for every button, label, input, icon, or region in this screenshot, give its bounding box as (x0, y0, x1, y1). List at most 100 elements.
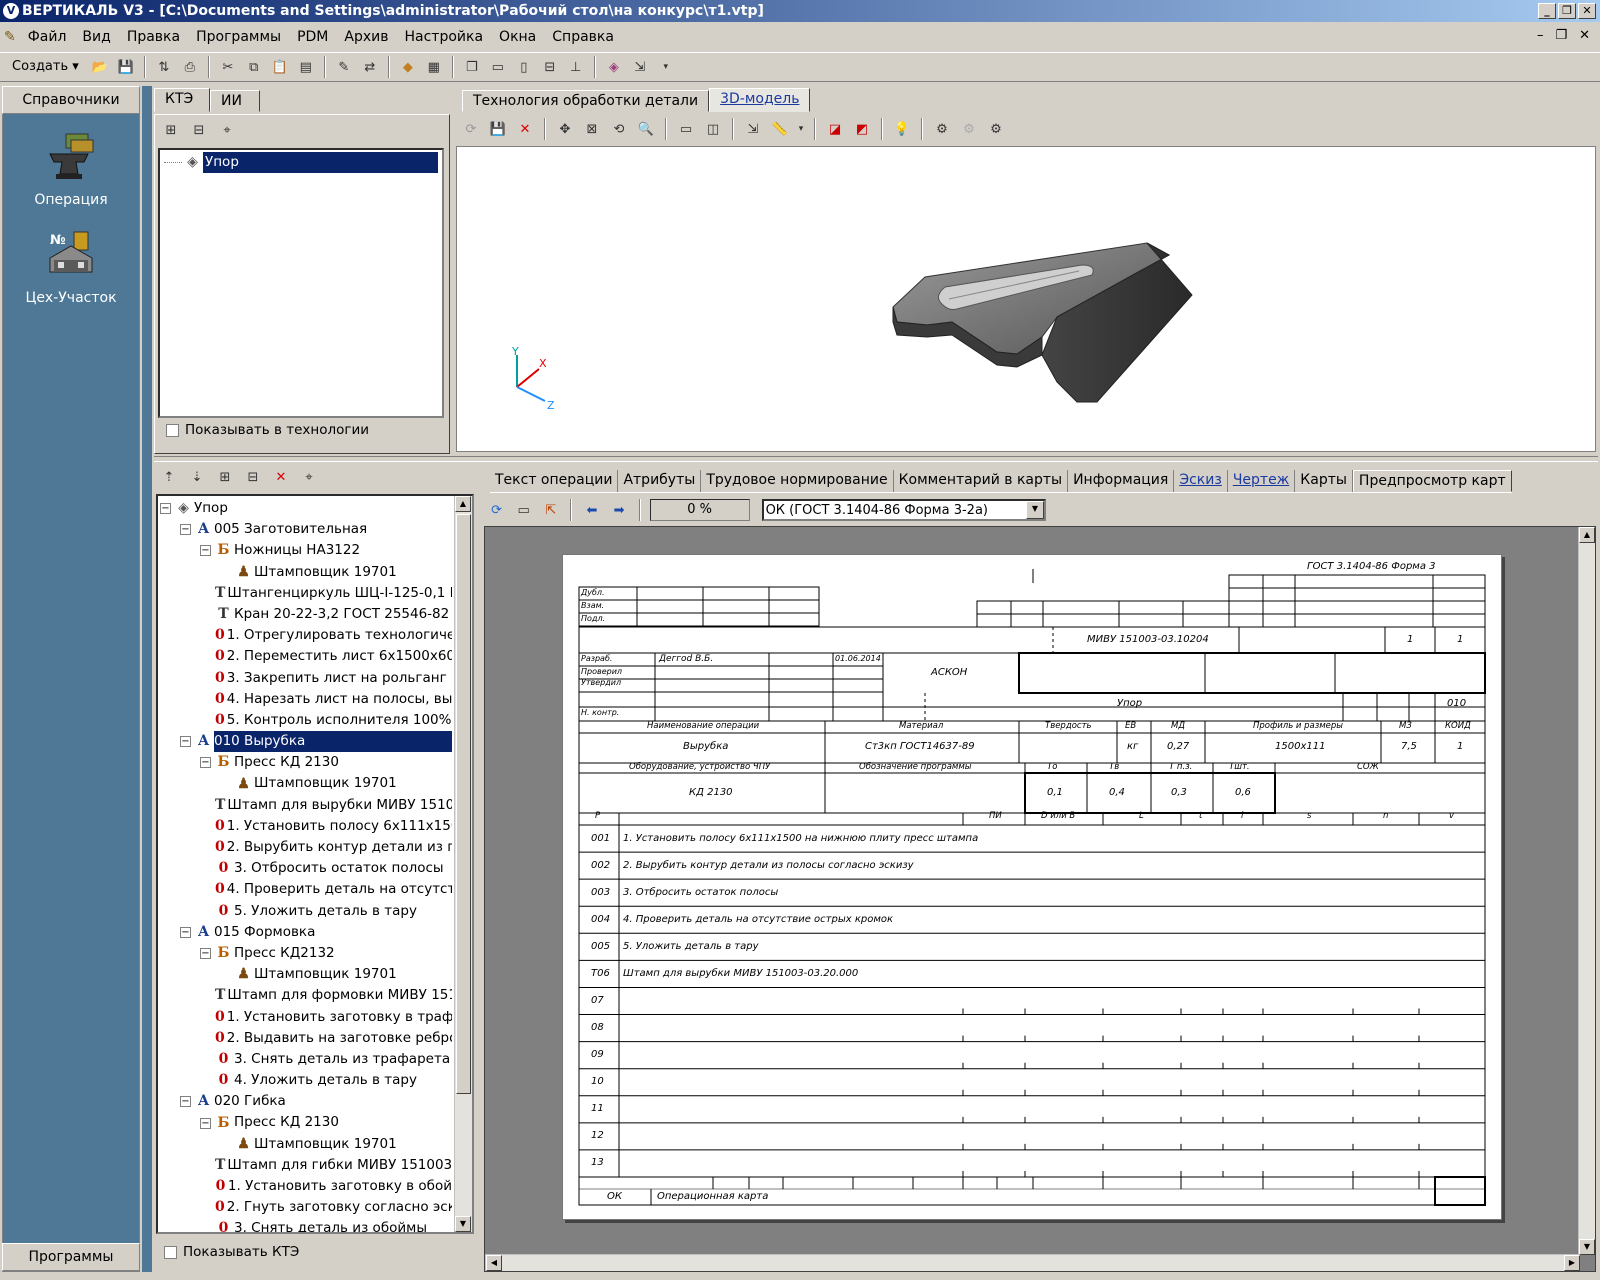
tree-node[interactable]: 0 2. Гнуть заготовку согласно эск (160, 1197, 452, 1218)
collapse-icon[interactable]: − (200, 1117, 211, 1129)
display-icon[interactable]: ▭ (675, 118, 697, 140)
transfer-icon[interactable]: ⇄ (359, 56, 381, 78)
paste-icon[interactable]: 📋 (269, 56, 291, 78)
layers-icon[interactable]: ◫ (702, 118, 724, 140)
cut-icon[interactable]: ✂ (217, 56, 239, 78)
delete-node-icon[interactable]: ✕ (270, 466, 292, 488)
collapse-icon[interactable]: − (180, 524, 191, 536)
tree-node[interactable]: − A 020 Гибка (160, 1091, 452, 1112)
collapse-icon[interactable]: − (180, 736, 191, 748)
preview-icon[interactable]: ▭ (513, 499, 534, 521)
create-button[interactable]: Создать ▾ (6, 56, 85, 78)
vertical-splitter[interactable] (142, 86, 152, 1272)
tree-node[interactable]: ♟ Штамповщик 19701 (160, 773, 452, 794)
save-icon[interactable]: 💾 (115, 56, 137, 78)
move-down-icon[interactable]: ⇣ (186, 466, 208, 488)
scroll-up-button[interactable]: ▲ (455, 496, 471, 512)
measure-dropdown-icon[interactable]: ▾ (796, 118, 806, 140)
section-edit-icon[interactable]: ◩ (851, 118, 873, 140)
preview-scroll-left-button[interactable]: ◀ (486, 1255, 502, 1271)
zoom-icon[interactable]: 🔍 (635, 118, 657, 140)
tree-node[interactable]: − A 010 Вырубка (160, 731, 452, 753)
nav-item-workshop[interactable]: № Цех-Участок (2, 228, 140, 306)
card-tab[interactable]: Атрибуты (618, 470, 702, 492)
tree-node[interactable]: 0 5. Контроль исполнителя 100%, (160, 710, 452, 731)
export-icon[interactable]: ⇱ (540, 499, 561, 521)
section-icon[interactable]: ◪ (824, 118, 846, 140)
exit-icon[interactable]: ⇲ (629, 56, 651, 78)
select-node-icon[interactable]: ⌖ (298, 466, 320, 488)
tab-kte[interactable]: КТЭ (154, 88, 210, 112)
menu-pdm[interactable]: PDM (289, 29, 336, 45)
tile-vertical-icon[interactable]: ▯ (513, 56, 535, 78)
collapse-icon[interactable]: − (160, 503, 171, 515)
card-tab[interactable]: Предпросмотр карт (1352, 470, 1512, 492)
show-in-tech-checkbox[interactable]: Показывать в технологии (166, 422, 369, 438)
preview-scroll-right-button[interactable]: ▶ (1564, 1255, 1580, 1271)
collapse-icon[interactable]: − (200, 757, 211, 769)
open-icon[interactable]: 📂 (89, 56, 111, 78)
tree-node[interactable]: ♟ Штамповщик 19701 (160, 964, 452, 985)
tree-node[interactable]: 0 1. Установить полосу 6х111х1500 (160, 816, 452, 837)
restore-button[interactable]: ❐ (1558, 3, 1576, 19)
properties-icon[interactable]: ▤ (295, 56, 317, 78)
programs-button[interactable]: Программы (2, 1243, 140, 1271)
gears-icon[interactable]: ⚙ (931, 118, 953, 140)
tile-horizontal-icon[interactable]: ▭ (487, 56, 509, 78)
arrange-icon[interactable]: ⊟ (539, 56, 561, 78)
measure-icon[interactable]: 📏 (769, 118, 791, 140)
tree-scrollbar[interactable]: ▲ ▼ (454, 496, 472, 1232)
tree-node[interactable]: 0 3. Отбросить остаток полосы (160, 858, 452, 879)
collapse-icon[interactable]: − (200, 545, 211, 557)
tab-ii[interactable]: ИИ (210, 90, 260, 112)
form-select[interactable]: ОК (ГОСТ 3.1404-86 Форма 3-2а) ▼ (761, 499, 1046, 521)
tab-technology[interactable]: Технология обработки детали (462, 90, 710, 112)
mdi-close-button[interactable]: ✕ (1579, 28, 1590, 43)
tree-node[interactable]: − Б Пресс КД 2130 (160, 1112, 452, 1133)
tree-node[interactable]: 0 3. Закрепить лист на рольганг н (160, 668, 452, 689)
collapse-icon[interactable]: − (200, 948, 211, 960)
gear-config-icon[interactable]: ⚙ (985, 118, 1007, 140)
copy-icon[interactable]: ⧉ (243, 56, 265, 78)
tree-node[interactable]: ♟ Штамповщик 19701 (160, 562, 452, 583)
prev-page-icon[interactable]: ⬅ (581, 499, 602, 521)
card-tab[interactable]: Информация (1068, 470, 1175, 492)
tree-node[interactable]: ♟ Штамповщик 19701 (160, 1134, 452, 1155)
preview-hscrollbar[interactable]: ◀ ▶ (485, 1254, 1580, 1271)
card-tab[interactable]: Чертеж (1228, 470, 1296, 492)
mdi-restore-button[interactable]: ❐ (1555, 28, 1567, 43)
tree-node[interactable]: T Штамп для формовки МИВУ 151 (160, 985, 452, 1006)
next-page-icon[interactable]: ➡ (609, 499, 630, 521)
tree-node[interactable]: 0 4. Уложить деталь в тару (160, 1070, 452, 1091)
scroll-down-button[interactable]: ▼ (455, 1216, 471, 1232)
collapse-icon[interactable]: − (180, 1096, 191, 1108)
reference-header[interactable]: Справочники (2, 86, 140, 114)
tree-node[interactable]: T Кран 20-22-3,2 ГОСТ 25546-82 (160, 604, 452, 625)
sort-icon[interactable]: ⇅ (153, 56, 175, 78)
tree-node[interactable]: 0 2. Переместить лист 6х1500х6000 (160, 646, 452, 667)
tree-node[interactable]: 0 5. Уложить деталь в тару (160, 901, 452, 922)
tree-node[interactable]: 0 2. Выдавить на заготовке ребро (160, 1028, 452, 1049)
import-icon[interactable]: ⇲ (742, 118, 764, 140)
tree-node[interactable]: − A 015 Формовка (160, 922, 452, 943)
menu-view[interactable]: Вид (74, 29, 118, 45)
mdi-minimize-button[interactable]: – (1537, 28, 1544, 43)
horizontal-splitter[interactable] (154, 456, 1598, 462)
tree-node[interactable]: T Штамп для гибки МИВУ 151003-I (160, 1155, 452, 1176)
delete-icon[interactable]: ✕ (514, 118, 536, 140)
card-tab[interactable]: Комментарий в карты (894, 470, 1069, 492)
menu-settings[interactable]: Настройка (397, 29, 492, 45)
stack-icon[interactable]: ▦ (423, 56, 445, 78)
tree-node[interactable]: − A 005 Заготовительная (160, 519, 452, 540)
card-tab[interactable]: Трудовое нормирование (701, 470, 894, 492)
diamond-icon[interactable]: ◆ (397, 56, 419, 78)
card-tab[interactable]: Карты (1295, 470, 1353, 492)
gear-disabled-icon[interactable]: ⚙ (958, 118, 980, 140)
tree-item-root[interactable]: ◈ Упор (164, 152, 438, 174)
pan-icon[interactable]: ✥ (554, 118, 576, 140)
menu-archive[interactable]: Архив (336, 29, 396, 45)
preview-scroll-down-button[interactable]: ▼ (1579, 1239, 1595, 1255)
tree-node[interactable]: − Б Ножницы НА3122 (160, 540, 452, 561)
fit-icon[interactable]: ⊠ (581, 118, 603, 140)
collapse-icon[interactable]: − (180, 926, 191, 938)
